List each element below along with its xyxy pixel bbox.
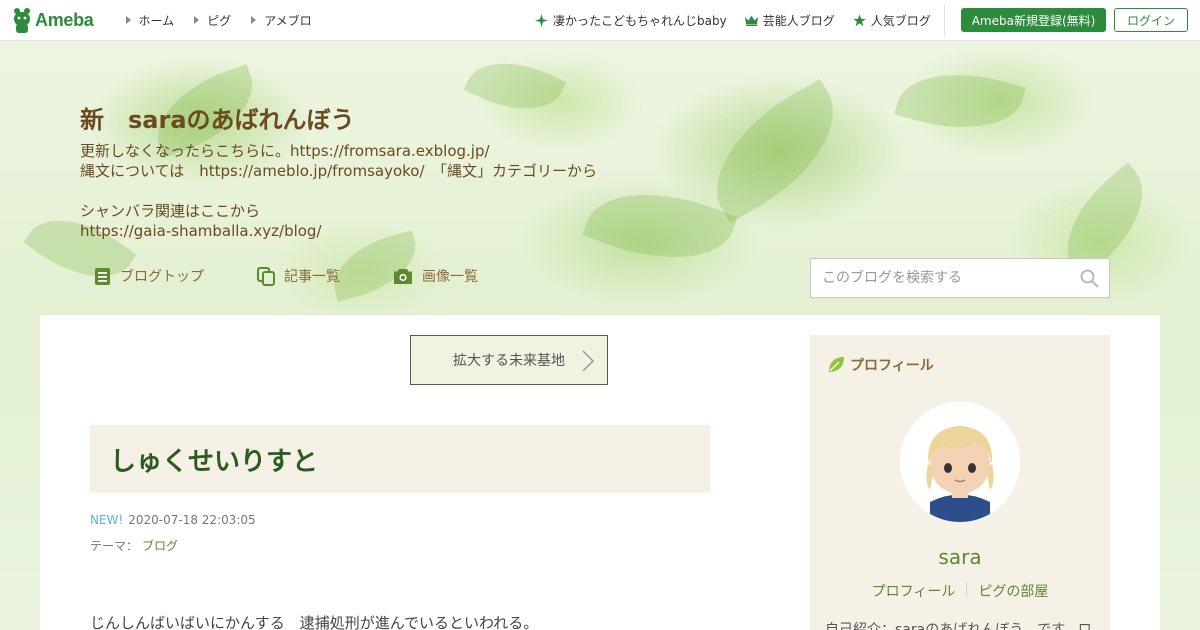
blog-nav-entries-label: 記事一覧 bbox=[284, 269, 340, 285]
entry-meta-date: NEW! 2020-07-18 22:03:05 bbox=[90, 513, 256, 527]
blog-description: 更新しなくなったらこちらに。https://fromsara.exblog.jp… bbox=[80, 141, 597, 241]
triangle-right-icon bbox=[251, 16, 257, 24]
ameba-mascot-icon bbox=[14, 8, 30, 33]
avatar-image bbox=[900, 402, 1020, 522]
link-separator bbox=[966, 583, 968, 597]
camera-icon bbox=[394, 268, 412, 284]
nav-ameblo[interactable]: アメブロ bbox=[251, 12, 312, 29]
global-nav: ホーム ピグ アメブロ bbox=[106, 12, 312, 29]
nav-popular-label: 人気ブログ bbox=[870, 14, 931, 28]
blog-nav-entries[interactable]: 記事一覧 bbox=[257, 266, 340, 286]
blog-nav-images[interactable]: 画像一覧 bbox=[393, 266, 478, 286]
nav-pigg[interactable]: ピグ bbox=[194, 12, 231, 29]
copy-icon bbox=[257, 266, 275, 286]
nav-kodomo-label: 凄かったこどもちゃれんじbaby bbox=[553, 14, 727, 28]
profile-links: プロフィール ピグの部屋 bbox=[810, 581, 1110, 601]
nav-celebrity-label: 芸能人ブログ bbox=[762, 14, 835, 28]
leaf-icon bbox=[829, 357, 844, 372]
nav-ameblo-label: アメブロ bbox=[264, 13, 312, 28]
entry-title[interactable]: しゅくせいりすと bbox=[110, 441, 318, 478]
blog-nav-top[interactable]: ブログトップ bbox=[94, 266, 204, 286]
search-icon bbox=[1080, 269, 1099, 288]
blog-nav-images-label: 画像一覧 bbox=[422, 269, 478, 285]
theme-button[interactable]: 拡大する未来基地 bbox=[410, 335, 608, 385]
nav-home[interactable]: ホーム bbox=[125, 12, 175, 29]
nav-popular-blog[interactable]: 人気ブログ bbox=[852, 12, 931, 29]
profile-intro: 自己紹介：saraのあばれんぼう です。ロ bbox=[825, 622, 1092, 630]
search-button[interactable] bbox=[1069, 269, 1109, 288]
description-line: 縄文については https://ameblo.jp/fromsayoko/ 「縄… bbox=[80, 162, 598, 180]
entry-date: 2020-07-18 22:03:05 bbox=[128, 513, 256, 527]
new-badge: NEW! bbox=[90, 513, 124, 527]
nav-celebrity-blog[interactable]: 芸能人ブログ bbox=[744, 12, 835, 29]
document-icon bbox=[95, 267, 110, 285]
blog-nav-top-label: ブログトップ bbox=[120, 269, 204, 285]
blog-title[interactable]: 新 saraのあばれんぼう bbox=[80, 100, 355, 135]
blog-search-input[interactable] bbox=[822, 270, 1069, 286]
chevron-right-icon bbox=[582, 350, 595, 372]
theme-prefix: テーマ： bbox=[90, 539, 139, 553]
register-button[interactable]: Ameba新規登録(無料) bbox=[961, 8, 1106, 32]
header-divider bbox=[944, 5, 945, 37]
theme-button-label: 拡大する未来基地 bbox=[453, 353, 565, 369]
star-icon bbox=[852, 14, 866, 27]
featured-nav: 凄かったこどもちゃれんじbaby 芸能人ブログ 人気ブログ bbox=[535, 0, 949, 41]
entry-meta-theme: テーマ： ブログ bbox=[90, 537, 178, 554]
crown-icon bbox=[744, 15, 758, 26]
description-line: https://gaia-shamballa.xyz/blog/ bbox=[80, 222, 322, 240]
sparkle-icon bbox=[535, 14, 548, 27]
profile-link[interactable]: プロフィール bbox=[872, 581, 956, 601]
ameba-logo[interactable]: Ameba bbox=[12, 0, 94, 41]
nav-kodomo-challenge[interactable]: 凄かったこどもちゃれんじbaby bbox=[535, 12, 727, 29]
logo-text: Ameba bbox=[35, 9, 94, 30]
description-line bbox=[80, 181, 597, 201]
profile-heading-label: プロフィール bbox=[850, 358, 934, 374]
global-header: Ameba ホーム ピグ アメブロ 凄かったこどもちゃれんじbaby 芸能人ブロ… bbox=[0, 0, 1200, 41]
nav-home-label: ホーム bbox=[138, 13, 175, 28]
profile-widget: プロフィール sara プロフィール ピグの部屋 自己紹介：saraのあばれんぼ… bbox=[810, 335, 1110, 630]
leaf-decoration bbox=[690, 78, 860, 224]
nav-pigg-label: ピグ bbox=[207, 13, 232, 28]
blog-search bbox=[810, 258, 1110, 298]
pigg-room-link[interactable]: ピグの部屋 bbox=[978, 581, 1048, 601]
avatar[interactable] bbox=[900, 402, 1020, 522]
triangle-right-icon bbox=[125, 16, 131, 24]
leaf-decoration bbox=[582, 169, 738, 283]
profile-name[interactable]: sara bbox=[810, 545, 1110, 569]
description-line: 更新しなくなったらこちらに。https://fromsara.exblog.jp… bbox=[80, 142, 490, 160]
entry-header: しゅくせいりすと bbox=[90, 425, 710, 493]
blog-nav: ブログトップ 記事一覧 画像一覧 bbox=[94, 266, 531, 286]
leaf-decoration bbox=[894, 56, 1026, 146]
login-button[interactable]: ログイン bbox=[1114, 8, 1188, 32]
theme-link[interactable]: ブログ bbox=[142, 537, 178, 554]
description-line: シャンバラ関連はここから bbox=[80, 202, 261, 220]
triangle-right-icon bbox=[194, 16, 200, 24]
profile-heading: プロフィール bbox=[827, 355, 934, 375]
entry-body: じんしんばいばいにかんする 逮捕処刑が進んでいるといわれる。 bbox=[90, 614, 539, 630]
leaf-decoration bbox=[463, 44, 567, 128]
